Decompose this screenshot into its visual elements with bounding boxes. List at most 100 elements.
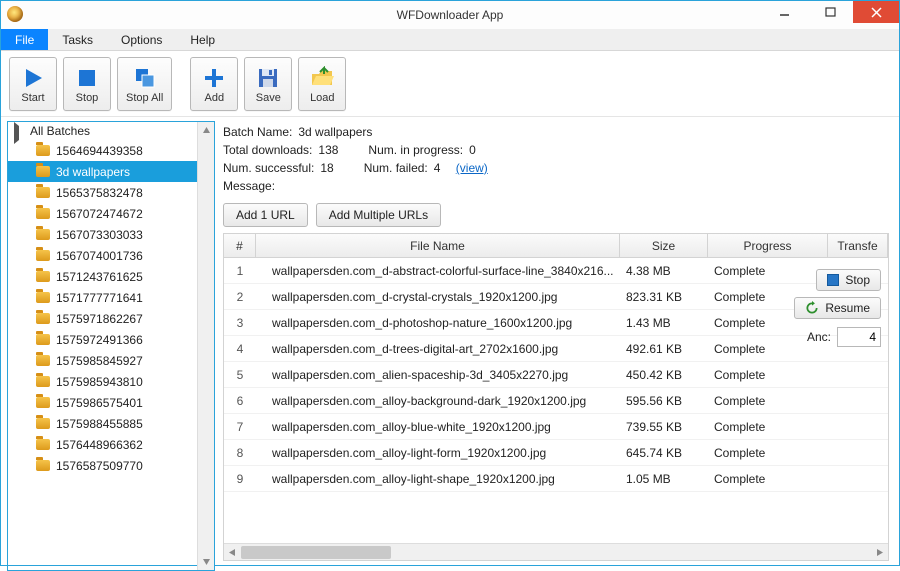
add-button[interactable]: Add: [190, 57, 238, 111]
total-label: Total downloads:: [223, 143, 312, 157]
twisty-icon[interactable]: [14, 126, 24, 136]
menu-file[interactable]: File: [1, 29, 48, 50]
table-row[interactable]: 6wallpapersden.com_alloy-background-dark…: [224, 388, 888, 414]
cell-size: 492.61 KB: [620, 342, 708, 356]
menu-options[interactable]: Options: [107, 29, 176, 50]
sidebar-item[interactable]: 1567074001736: [8, 245, 197, 266]
sidebar-item-label: 1564694439358: [56, 144, 143, 158]
table-row[interactable]: 2wallpapersden.com_d-crystal-crystals_19…: [224, 284, 888, 310]
plus-icon: [202, 66, 226, 90]
anc-input[interactable]: [837, 327, 881, 347]
stop-button[interactable]: Stop: [63, 57, 111, 111]
table-row[interactable]: 5wallpapersden.com_alien-spaceship-3d_34…: [224, 362, 888, 388]
table-row[interactable]: 3wallpapersden.com_d-photoshop-nature_16…: [224, 310, 888, 336]
table-header: # File Name Size Progress Transfe: [224, 234, 888, 258]
cell-idx: 5: [224, 368, 256, 382]
add-one-url-button[interactable]: Add 1 URL: [223, 203, 308, 227]
folder-icon: [36, 166, 50, 177]
scroll-left-icon[interactable]: [224, 544, 241, 561]
view-failed-link[interactable]: (view): [456, 161, 488, 175]
stop-all-button[interactable]: Stop All: [117, 57, 172, 111]
succ-label: Num. successful:: [223, 161, 314, 175]
cell-fname: wallpapersden.com_d-crystal-crystals_192…: [256, 290, 620, 304]
table-row[interactable]: 1wallpapersden.com_d-abstract-colorful-s…: [224, 258, 888, 284]
downloads-table: # File Name Size Progress Transfe 1wallp…: [223, 233, 889, 561]
close-button[interactable]: [853, 1, 899, 23]
sidebar-item[interactable]: 1575988455885: [8, 413, 197, 434]
inprog-value: 0: [469, 143, 476, 157]
menu-tasks[interactable]: Tasks: [48, 29, 107, 50]
folder-icon: [36, 334, 50, 345]
minimize-button[interactable]: [761, 1, 807, 23]
table-row[interactable]: 9wallpapersden.com_alloy-light-shape_192…: [224, 466, 888, 492]
sidebar-item[interactable]: 3d wallpapers: [8, 161, 197, 182]
cell-size: 4.38 MB: [620, 264, 708, 278]
sidebar-item[interactable]: 1567073303033: [8, 224, 197, 245]
sidebar-item[interactable]: 1571243761625: [8, 266, 197, 287]
folder-icon: [36, 376, 50, 387]
content-area: All Batches 15646944393583d wallpapers15…: [1, 117, 899, 567]
window-title: WFDownloader App: [397, 8, 504, 22]
sidebar-item-label: 1567073303033: [56, 228, 143, 242]
scroll-down-icon[interactable]: [198, 553, 215, 570]
sidebar-item[interactable]: 1567072474672: [8, 203, 197, 224]
folder-icon: [36, 397, 50, 408]
cell-idx: 6: [224, 394, 256, 408]
scroll-thumb[interactable]: [241, 546, 391, 559]
sidebar-item-label: 1567072474672: [56, 207, 143, 221]
folder-icon: [36, 355, 50, 366]
table-row[interactable]: 8wallpapersden.com_alloy-light-form_1920…: [224, 440, 888, 466]
sidebar-item[interactable]: 1575986575401: [8, 392, 197, 413]
cell-fname: wallpapersden.com_alloy-light-form_1920x…: [256, 446, 620, 460]
cell-idx: 1: [224, 264, 256, 278]
sidebar-item[interactable]: 1575971862267: [8, 308, 197, 329]
sidebar-item[interactable]: 1576587509770: [8, 455, 197, 476]
col-size[interactable]: Size: [620, 234, 708, 257]
scroll-up-icon[interactable]: [198, 122, 215, 139]
cell-idx: 8: [224, 446, 256, 460]
sidebar-item[interactable]: 1565375832478: [8, 182, 197, 203]
menu-help[interactable]: Help: [176, 29, 229, 50]
sidebar-item-label: 1576587509770: [56, 459, 143, 473]
col-index[interactable]: #: [224, 234, 256, 257]
col-transfer[interactable]: Transfe: [828, 234, 888, 257]
table-row[interactable]: 4wallpapersden.com_d-trees-digital-art_2…: [224, 336, 888, 362]
batch-tree[interactable]: All Batches 1564694439358 3d wallpapers 15…: [8, 122, 197, 570]
cell-size: 645.74 KB: [620, 446, 708, 460]
stop-square-icon: [827, 274, 839, 286]
cell-size: 450.42 KB: [620, 368, 708, 382]
cell-idx: 7: [224, 420, 256, 434]
cell-fname: wallpapersden.com_alloy-blue-white_1920x…: [256, 420, 620, 434]
col-progress[interactable]: Progress: [708, 234, 828, 257]
cell-idx: 3: [224, 316, 256, 330]
scroll-right-icon[interactable]: [871, 544, 888, 561]
sidebar-item[interactable]: 1575985943810: [8, 371, 197, 392]
cell-prog: Complete: [708, 446, 828, 460]
total-value: 138: [318, 143, 338, 157]
folder-icon: [36, 439, 50, 450]
sidebar-item[interactable]: 1571777771641: [8, 287, 197, 308]
sidebar-item-label: 1565375832478: [56, 186, 143, 200]
table-h-scrollbar[interactable]: [224, 543, 888, 560]
col-filename[interactable]: File Name: [256, 234, 620, 257]
save-button[interactable]: Save: [244, 57, 292, 111]
stop-batch-button[interactable]: Stop: [816, 269, 881, 291]
start-button[interactable]: Start: [9, 57, 57, 111]
floppy-icon: [256, 66, 280, 90]
resume-batch-button[interactable]: Resume: [794, 297, 881, 319]
table-row[interactable]: 7wallpapersden.com_alloy-blue-white_1920…: [224, 414, 888, 440]
main-panel: Batch Name: 3d wallpapers Total download…: [219, 117, 899, 567]
sidebar-item[interactable]: 1564694439358: [8, 140, 197, 161]
add-multiple-urls-button[interactable]: Add Multiple URLs: [316, 203, 441, 227]
sidebar-item[interactable]: 1576448966362: [8, 434, 197, 455]
sidebar-item[interactable]: 1575972491366: [8, 329, 197, 350]
sidebar-item[interactable]: 1575985845927: [8, 350, 197, 371]
folder-icon: [36, 460, 50, 471]
load-button[interactable]: Load: [298, 57, 346, 111]
tree-root[interactable]: All Batches: [8, 122, 197, 140]
cell-size: 595.56 KB: [620, 394, 708, 408]
failed-value: 4: [434, 161, 441, 175]
folder-icon: [36, 187, 50, 198]
maximize-button[interactable]: [807, 1, 853, 23]
sidebar-scrollbar[interactable]: [197, 122, 214, 570]
